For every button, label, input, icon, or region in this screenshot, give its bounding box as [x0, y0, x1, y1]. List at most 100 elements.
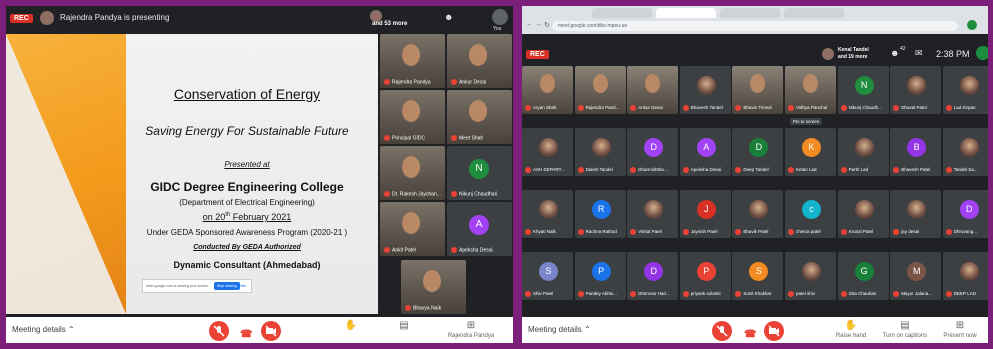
participant-tile[interactable]: D Dhimmar Hari... — [627, 252, 679, 300]
camera-off-button[interactable] — [764, 321, 784, 341]
participant-name: Apeksha Desai — [682, 167, 721, 173]
participant-tile[interactable]: D Dharmishtha ... — [627, 128, 679, 176]
meeting-details-button[interactable]: Meeting details ⌃ — [528, 325, 591, 334]
hang-up-icon[interactable]: ☎ — [744, 329, 756, 340]
participant-photo — [907, 76, 927, 95]
present-button[interactable]: ⊞ Rajendra Pandya — [436, 320, 506, 339]
participant-tile[interactable]: A Apeksha Desai — [679, 128, 731, 176]
participant-tile[interactable]: Parth Lad — [837, 128, 889, 176]
you-label: You — [493, 26, 502, 32]
participant-tile[interactable]: S Shiv Patel — [522, 252, 573, 300]
participant-avatar: S — [539, 262, 558, 281]
participant-tile[interactable]: Daksh Tandel — [574, 128, 626, 176]
mic-off-button[interactable] — [209, 321, 229, 341]
participant-tile[interactable]: Vidhya Panchal — [785, 66, 836, 114]
participant-tile[interactable]: Ankur Desai — [627, 66, 679, 114]
participant-tile[interactable]: Bhavin Trivedi — [732, 66, 784, 114]
participant-tile[interactable]: Dhaval Patel — [890, 66, 942, 114]
participant-tile[interactable]: S Sunil Khokhar — [732, 252, 784, 300]
camera-off-button[interactable] — [261, 321, 281, 341]
participant-tile[interactable]: Lad Kirpan — [942, 66, 988, 114]
participant-video — [402, 156, 420, 178]
browser-tab[interactable] — [784, 8, 844, 18]
participant-video — [469, 44, 487, 66]
participant-tile[interactable]: R Rachna Rathod — [574, 190, 626, 238]
participant-tile[interactable]: Vishal Patel — [627, 190, 679, 238]
raise-hand-button[interactable]: ✋ Raise hand — [831, 320, 871, 339]
present-now-button[interactable]: ⊞ Present now — [940, 320, 980, 339]
participant-tile[interactable]: D Dhruvang... — [942, 190, 988, 238]
participant-tile[interactable]: Tandel Sa... — [942, 128, 988, 176]
meeting-details-button[interactable]: Meeting details ⌃ — [12, 325, 75, 334]
participant-tile[interactable]: Krunal Patel — [837, 190, 889, 238]
slide-title: Conservation of Energy — [173, 86, 321, 102]
browser-tab[interactable] — [720, 8, 780, 18]
participant-tile[interactable]: Bhavik Patel — [732, 190, 784, 238]
participant-name-text: Khyati Naik — [533, 229, 556, 235]
participant-name: Lad Kirpan — [945, 105, 976, 111]
participant-tile[interactable]: jay desai — [890, 190, 942, 238]
browser-tab-active[interactable] — [656, 8, 716, 18]
participant-tile[interactable]: N Nikunj Chaudhari — [447, 146, 512, 200]
participant-tile[interactable]: J Jaynish Patel — [679, 190, 731, 238]
participant-tile[interactable]: Bhavesh Tandel — [679, 66, 731, 114]
participant-tile[interactable]: Ankit Patel — [380, 202, 445, 256]
hang-up-icon[interactable]: ☎ — [240, 329, 252, 340]
participant-name-text: Ankur Desai — [459, 79, 487, 85]
participant-tile[interactable]: Ankur Desai — [447, 34, 512, 88]
participant-tile[interactable]: Meet Shah — [447, 90, 512, 144]
participant-tile[interactable]: A Apeksha Desai — [447, 202, 512, 256]
browser-tab[interactable] — [592, 8, 652, 18]
forward-icon[interactable]: → — [535, 21, 542, 28]
profile-icon[interactable] — [967, 20, 977, 30]
participant-tile[interactable]: Khyati Naik — [522, 190, 573, 238]
hide-share-bar-button[interactable]: Hide — [239, 284, 246, 288]
participant-avatar: K — [802, 138, 821, 157]
muted-mic-icon — [451, 190, 457, 197]
participant-tile[interactable]: D Deep Tandel — [732, 128, 784, 176]
people-icon[interactable]: ☻ — [444, 12, 453, 22]
muted-mic-icon — [525, 229, 531, 235]
stop-sharing-button[interactable]: Stop sharing — [214, 282, 240, 290]
participant-photo — [959, 262, 979, 281]
participant-tile[interactable]: ASH DEPART... — [522, 128, 573, 176]
participant-name-text: Parth Lad — [848, 167, 869, 173]
participant-tile[interactable]: G Gita Chauhan — [837, 252, 889, 300]
raise-hand-button[interactable]: ✋ — [331, 320, 371, 333]
slide-date: on 20th February 2021 — [116, 212, 378, 222]
captions-button[interactable]: ▤ — [384, 320, 424, 333]
participant-tile[interactable]: DEEP LAD — [942, 252, 988, 300]
back-icon[interactable]: ← — [526, 21, 533, 28]
participant-tile[interactable]: Aryan Shah — [522, 66, 573, 114]
participant-tile[interactable]: patel shiv — [785, 252, 836, 300]
chat-icon[interactable]: ✉ — [915, 48, 923, 59]
participant-tile[interactable]: K Ketan Lad — [785, 128, 836, 176]
participant-tile[interactable]: Rajendra Pandya — [380, 34, 445, 88]
participant-tile[interactable]: P Pandey Abhis... — [574, 252, 626, 300]
participant-tile[interactable]: N Nikunj Chaudh... — [837, 66, 889, 114]
participant-tile[interactable]: B Bhavesh Patel — [890, 128, 942, 176]
address-bar[interactable]: meet.google.com/dbs-mpeu-ue — [552, 21, 958, 31]
participant-name-text: Ankit Patel — [392, 247, 416, 253]
people-icon[interactable]: ☻ — [890, 48, 899, 58]
participant-tile[interactable]: M Mayur Jalana... — [890, 252, 942, 300]
more-text: and 53 more — [372, 21, 408, 27]
participant-tile[interactable]: Ppriyank solanki — [679, 252, 731, 300]
participant-name-text: Vidhya Panchal — [796, 105, 828, 111]
slide-date-suffix: February 2021 — [230, 212, 292, 222]
captions-button[interactable]: ▤ Turn on captions — [880, 320, 930, 339]
meeting-details-label: Meeting details — [528, 325, 582, 334]
participant-tile[interactable]: Rajendra Pand... — [574, 66, 626, 114]
participant-name: Parth Lad — [840, 167, 869, 173]
mic-off-button[interactable] — [712, 321, 732, 341]
reload-icon[interactable]: ↻ — [544, 21, 550, 29]
participant-tile[interactable]: Principal GIDC — [380, 90, 445, 144]
participant-name-text: Bhavesh Tandel — [690, 105, 723, 111]
muted-mic-icon — [577, 229, 584, 235]
participant-tile[interactable]: c chetna patel — [785, 190, 836, 238]
raise-hand-label: Raise hand — [835, 333, 867, 339]
participant-name: Bhavin Trivedi — [735, 105, 772, 111]
participant-tile[interactable]: Dr. Rakesh Jaychan... — [380, 146, 445, 200]
browser-tab-strip — [522, 6, 988, 18]
participant-tile[interactable]: Bhavya Naik — [401, 260, 466, 314]
